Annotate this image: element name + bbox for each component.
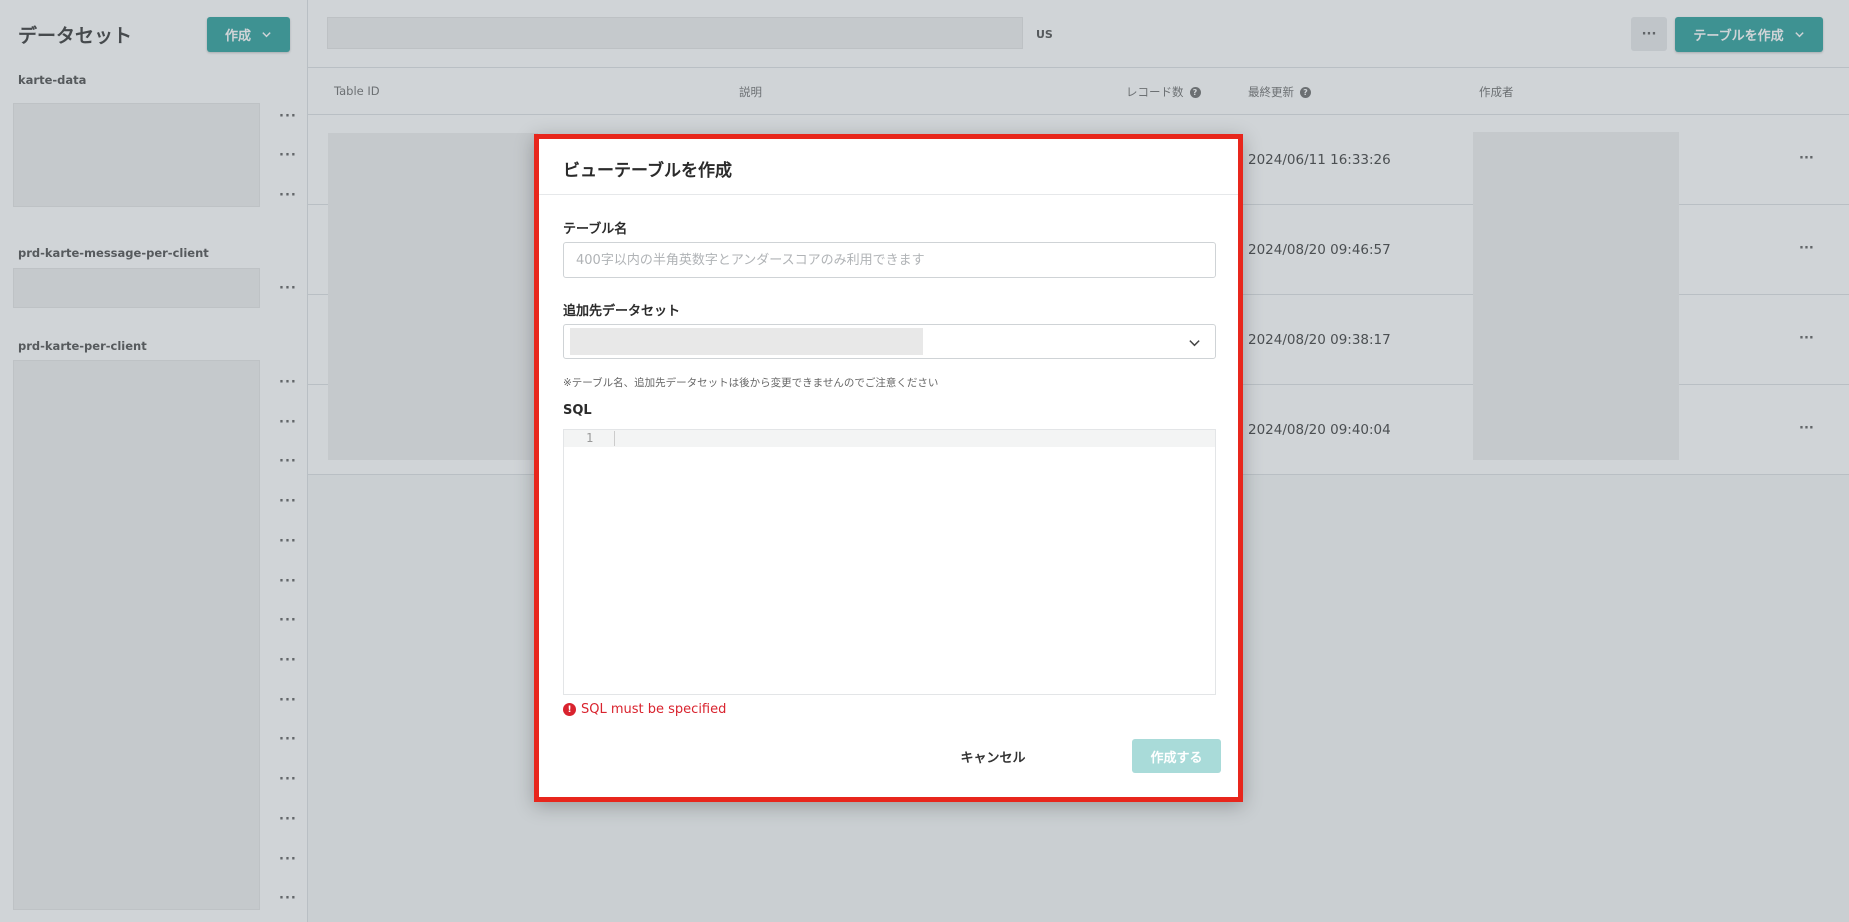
submit-button[interactable]: 作成する [1132,739,1221,773]
selected-dataset-placeholder [570,328,923,355]
error-text: SQL must be specified [581,702,727,717]
sql-label: SQL [563,403,592,418]
dialog-header: ビューテーブルを作成 [539,139,1238,195]
create-view-table-dialog: ビューテーブルを作成 テーブル名 追加先データセット ※テーブル名、追加先データ… [534,134,1243,802]
cancel-button[interactable]: キャンセル [949,739,1037,773]
error-icon: ! [563,703,576,716]
line-number: 1 [586,431,594,445]
sql-error-message: ! SQL must be specified [563,702,726,717]
immutability-note: ※テーブル名、追加先データセットは後から変更できませんのでご注意ください [563,377,939,389]
dataset-label: 追加先データセット [563,304,681,319]
sql-editor[interactable]: 1 [563,429,1216,695]
dialog-title: ビューテーブルを作成 [563,161,732,181]
chevron-down-icon [1189,340,1200,347]
dataset-select[interactable] [563,324,1216,359]
table-name-input[interactable] [563,242,1216,278]
active-line [564,430,1215,447]
text-cursor [614,431,615,446]
table-name-label: テーブル名 [563,222,628,237]
